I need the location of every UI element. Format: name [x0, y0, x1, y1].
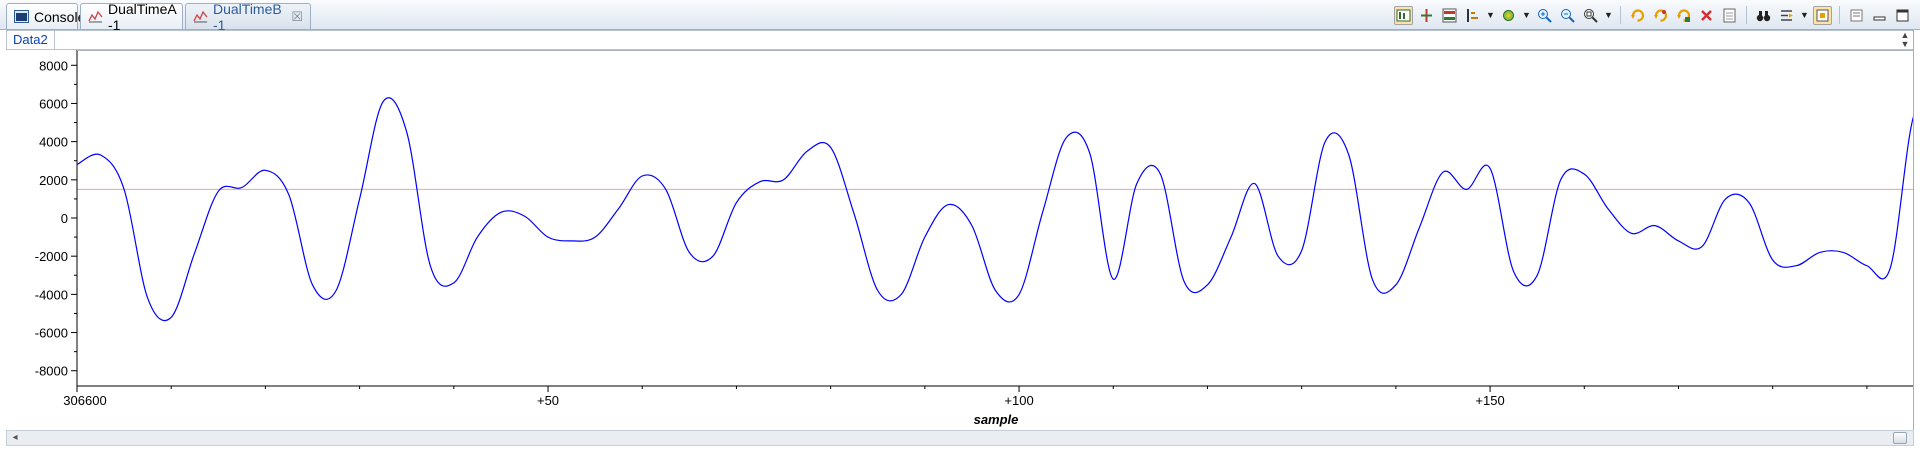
series-tab-bar: Data2 ▲ ▼ — [6, 30, 1914, 50]
graph-properties-icon[interactable] — [1394, 5, 1413, 25]
chevron-down-icon[interactable]: ▼ — [1604, 10, 1613, 20]
chart-toolbar: ▼ ▼ ▼ ▼ — [1394, 4, 1912, 26]
tab-label: Console — [34, 8, 86, 25]
zoom-in-icon[interactable] — [1535, 6, 1554, 25]
view-menu-icon[interactable] — [1847, 6, 1866, 25]
continuous-refresh-icon[interactable] — [1674, 6, 1693, 25]
y-tick-label: -6000 — [35, 326, 68, 341]
y-tick-label: -2000 — [35, 249, 68, 264]
chevron-down-icon[interactable]: ▼ — [1486, 10, 1495, 20]
chevron-down-icon[interactable]: ▼ — [1522, 10, 1531, 20]
tab-label: DualTimeB -1 — [213, 0, 282, 33]
binoculars-icon[interactable] — [1754, 6, 1773, 25]
tab-dualtime-a[interactable]: DualTimeA -1 — [80, 1, 183, 33]
chevron-down-icon[interactable]: ▼ — [1800, 10, 1809, 20]
refresh-icon[interactable] — [1628, 6, 1647, 25]
tab-label: DualTimeA -1 — [108, 0, 176, 33]
chart-area: 8000 6000 4000 2000 0 -2000 -4000 -6000 -8000 306… — [35, 50, 1914, 427]
chart-layout-icon[interactable] — [1440, 6, 1459, 25]
toolbar-separator — [1620, 6, 1621, 24]
series-line-0 — [76, 97, 1914, 322]
y-tick-label: 8000 — [39, 58, 68, 73]
editor-tab-bar: Console DualTimeA -1 DualTimeB -1 ☒ ▼ ▼ … — [0, 0, 1920, 33]
zoom-out-icon[interactable] — [1558, 6, 1577, 25]
scroll-left-icon[interactable]: ◂ — [7, 431, 23, 445]
minimize-icon[interactable] — [1870, 6, 1889, 25]
x-axis-label: sample — [974, 412, 1019, 427]
close-chart-icon[interactable] — [1697, 6, 1716, 25]
graph-icon — [193, 10, 208, 23]
close-tab-icon[interactable]: ☒ — [291, 9, 303, 25]
tab-dualtime-b[interactable]: DualTimeB -1 ☒ — [185, 1, 311, 33]
settings-gear-icon[interactable] — [1499, 6, 1518, 25]
toolbar-separator — [1746, 6, 1747, 24]
zoom-fit-icon[interactable] — [1581, 6, 1600, 25]
tab-console[interactable]: Console — [6, 3, 85, 29]
horizontal-scrollbar[interactable]: ◂ — [6, 430, 1914, 446]
y-tick-label: -4000 — [35, 287, 68, 302]
y-tick-label: 4000 — [39, 135, 68, 150]
x-tick-label: +150 — [1475, 393, 1504, 408]
x-tick-label: +100 — [1004, 393, 1033, 408]
console-icon — [14, 10, 29, 23]
x-tick-label: +50 — [537, 393, 559, 408]
maximize-icon[interactable] — [1893, 6, 1912, 25]
scrollbar-thumb[interactable] — [1893, 432, 1907, 444]
y-tick-label: 6000 — [39, 96, 68, 111]
data-display-icon[interactable] — [1463, 6, 1482, 25]
toolbar-separator — [1839, 6, 1840, 24]
chart-frame-border — [1913, 30, 1914, 446]
export-icon[interactable] — [1720, 6, 1739, 25]
graph-icon — [88, 10, 103, 23]
y-tick-label: 2000 — [39, 173, 68, 188]
scroll-up-down-icon[interactable]: ▲ ▼ — [1897, 31, 1913, 49]
y-tick-label: 0 — [61, 211, 68, 226]
refresh-all-icon[interactable] — [1651, 6, 1670, 25]
marker-icon[interactable] — [1417, 6, 1436, 25]
y-tick-label: -8000 — [35, 364, 68, 379]
x-tick-label: 306600 — [63, 393, 106, 408]
pin-icon[interactable] — [1813, 5, 1832, 25]
series-tab-data2[interactable]: Data2 — [7, 31, 55, 49]
align-icon[interactable] — [1777, 6, 1796, 25]
